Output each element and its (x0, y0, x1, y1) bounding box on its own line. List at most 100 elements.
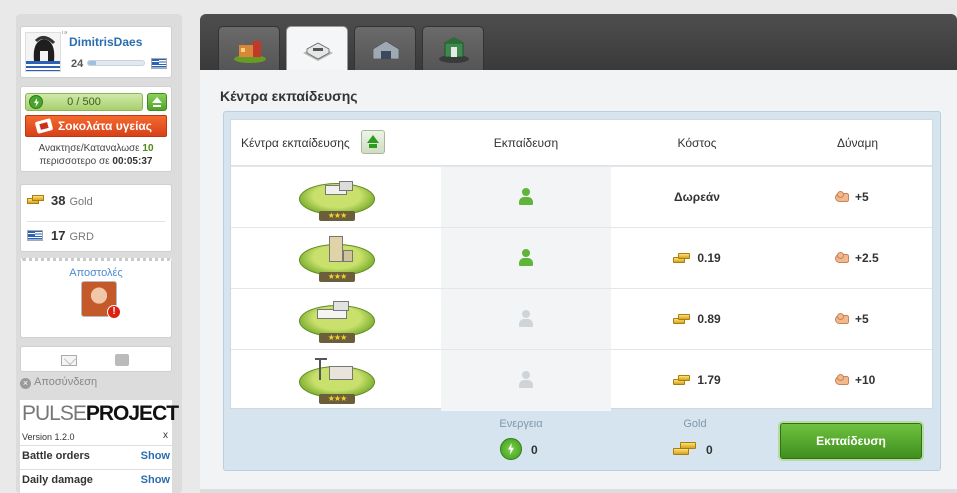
sidebar: ΠΑΡΑΣΤΑ DimitrisDaes 24 0 / 500 Σοκολάτα… (16, 14, 182, 493)
trained-person-icon[interactable] (517, 249, 535, 267)
table-row: ★★★ 0.89 +5 (231, 288, 932, 350)
center-cell: ★★★ (231, 350, 441, 411)
storage-icon (372, 40, 400, 60)
recover-info: Ανακτησε/Καταναλωσε 10 περισσοτερο σε 00… (21, 142, 171, 168)
pulse-row-label: Battle orders (22, 450, 90, 462)
untrained-person-icon[interactable] (517, 371, 535, 389)
recover-text-1: Ανακτησε/Καταναλωσε (38, 143, 140, 154)
pulse-logo-bold: PROJECT (85, 402, 179, 425)
energy-bar: 0 / 500 (25, 93, 143, 111)
column-header-training: Εκπαίδευση (441, 120, 611, 166)
gold-icon (673, 253, 691, 263)
pulse-row-label: Daily damage (22, 474, 93, 486)
grd-amount: 17 (51, 228, 66, 243)
market-icon (439, 37, 469, 63)
train-cell[interactable] (441, 228, 611, 289)
pulse-logo: PULSEPROJECT (22, 402, 179, 426)
power-cell: +2.5 (835, 228, 879, 289)
strength-arm-icon (835, 252, 849, 264)
tab-market[interactable] (422, 26, 484, 70)
chocolate-button[interactable]: Σοκολάτα υγείας (25, 115, 167, 137)
tab-storage[interactable] (354, 26, 416, 70)
factory-icon (234, 39, 266, 63)
level-number: 24 (71, 58, 84, 70)
show-battle-orders-link[interactable]: Show (141, 450, 170, 462)
summary-energy-label: Ενεργεια (499, 418, 543, 430)
greece-flag-icon (27, 230, 43, 241)
spartan-helmet-icon (26, 36, 60, 71)
tab-companies[interactable] (218, 26, 280, 70)
currency-row: 17 GRD (27, 227, 167, 249)
trained-person-icon[interactable] (517, 188, 535, 206)
cost-value: Δωρεάν (674, 190, 720, 204)
cost-value: 0.19 (697, 251, 721, 265)
training-building-icon: ★★★ (299, 236, 375, 282)
energy-refill-button[interactable] (147, 93, 167, 111)
center-cell: ★★★ (231, 167, 441, 228)
pulse-version: Version 1.2.0 (22, 432, 75, 442)
gold-icon (673, 314, 691, 324)
training-building-icon: ★★★ (299, 358, 375, 404)
username-link[interactable]: DimitrisDaes (69, 35, 142, 49)
recover-timer: 00:05:37 (112, 156, 153, 167)
column-header-center-label: Κέντρα εκπαίδευσης (241, 136, 350, 150)
train-cell[interactable] (441, 167, 611, 228)
missions-title[interactable]: Αποστολές (21, 267, 171, 279)
power-value: +5 (855, 312, 869, 326)
upgrade-button[interactable] (361, 130, 385, 154)
alerts-icon[interactable] (115, 354, 129, 366)
table-row: ★★★ 1.79 +10 (231, 349, 932, 411)
greece-flag-icon (151, 58, 167, 69)
quality-stars: ★★★ (319, 333, 355, 343)
profile-card: ΠΑΡΑΣΤΑ DimitrisDaes 24 (20, 26, 172, 78)
recover-amount: 10 (142, 143, 154, 154)
pulse-row-daily-damage: Daily damage Show (20, 469, 172, 491)
power-value: +2.5 (855, 251, 879, 265)
gold-row: 38 Gold (27, 191, 167, 213)
column-header-center: Κέντρα εκπαίδευσης (231, 120, 441, 166)
grd-label: GRD (69, 231, 94, 243)
xp-fill (88, 61, 97, 65)
arrow-up-icon (152, 97, 162, 107)
train-cell[interactable] (441, 350, 611, 411)
center-cell: ★★★ (231, 289, 441, 350)
divider (27, 221, 165, 222)
column-header-power: Δύναμη (783, 120, 932, 166)
training-center-icon (303, 42, 333, 61)
train-button[interactable]: Εκπαίδευση (780, 423, 922, 459)
mail-icon[interactable] (61, 355, 77, 366)
energy-card: 0 / 500 Σοκολάτα υγείας Ανακτησε/Καταναλ… (20, 86, 172, 172)
gold-icon (673, 442, 699, 458)
pulse-close-button[interactable]: x (163, 430, 168, 441)
xp-bar (87, 60, 145, 66)
power-cell: +5 (835, 167, 869, 228)
logout-label[interactable]: Αποσύνδεση (34, 376, 97, 388)
cost-cell: Δωρεάν (611, 167, 783, 228)
table-row: ★★★ 0.19 +2.5 (231, 227, 932, 289)
untrained-person-icon[interactable] (517, 310, 535, 328)
train-cell[interactable] (441, 289, 611, 350)
pulse-logo-thin: PULSE (22, 402, 87, 425)
training-building-icon: ★★★ (299, 297, 375, 343)
chocolate-label: Σοκολάτα υγείας (57, 119, 153, 133)
center-cell: ★★★ (231, 228, 441, 289)
recover-text-2: περισσοτερο σε (39, 156, 110, 167)
avatar[interactable] (25, 32, 61, 72)
cost-cell: 1.79 (611, 350, 783, 411)
helmet-caption: ΠΑΡΑΣΤΑ (62, 31, 67, 36)
page-title: Κέντρα εκπαίδευσης (220, 88, 358, 104)
pulse-project-widget: PULSEPROJECT Version 1.2.0 x Battle orde… (20, 400, 179, 493)
summary-gold-value: 0 (706, 443, 713, 457)
quality-stars: ★★★ (319, 211, 355, 221)
summary-energy-value: 0 (531, 443, 538, 457)
show-daily-damage-link[interactable]: Show (141, 474, 170, 486)
cost-cell: 0.89 (611, 289, 783, 350)
quality-stars: ★★★ (319, 272, 355, 282)
tab-training-centers[interactable] (286, 26, 348, 70)
power-cell: +10 (835, 350, 875, 411)
gold-amount: 38 (51, 193, 66, 208)
gold-icon (673, 375, 691, 385)
power-value: +10 (855, 373, 876, 387)
logout-link[interactable]: × Αποσύνδεση (20, 376, 97, 389)
missions-card[interactable]: Αποστολές ! (20, 258, 172, 338)
